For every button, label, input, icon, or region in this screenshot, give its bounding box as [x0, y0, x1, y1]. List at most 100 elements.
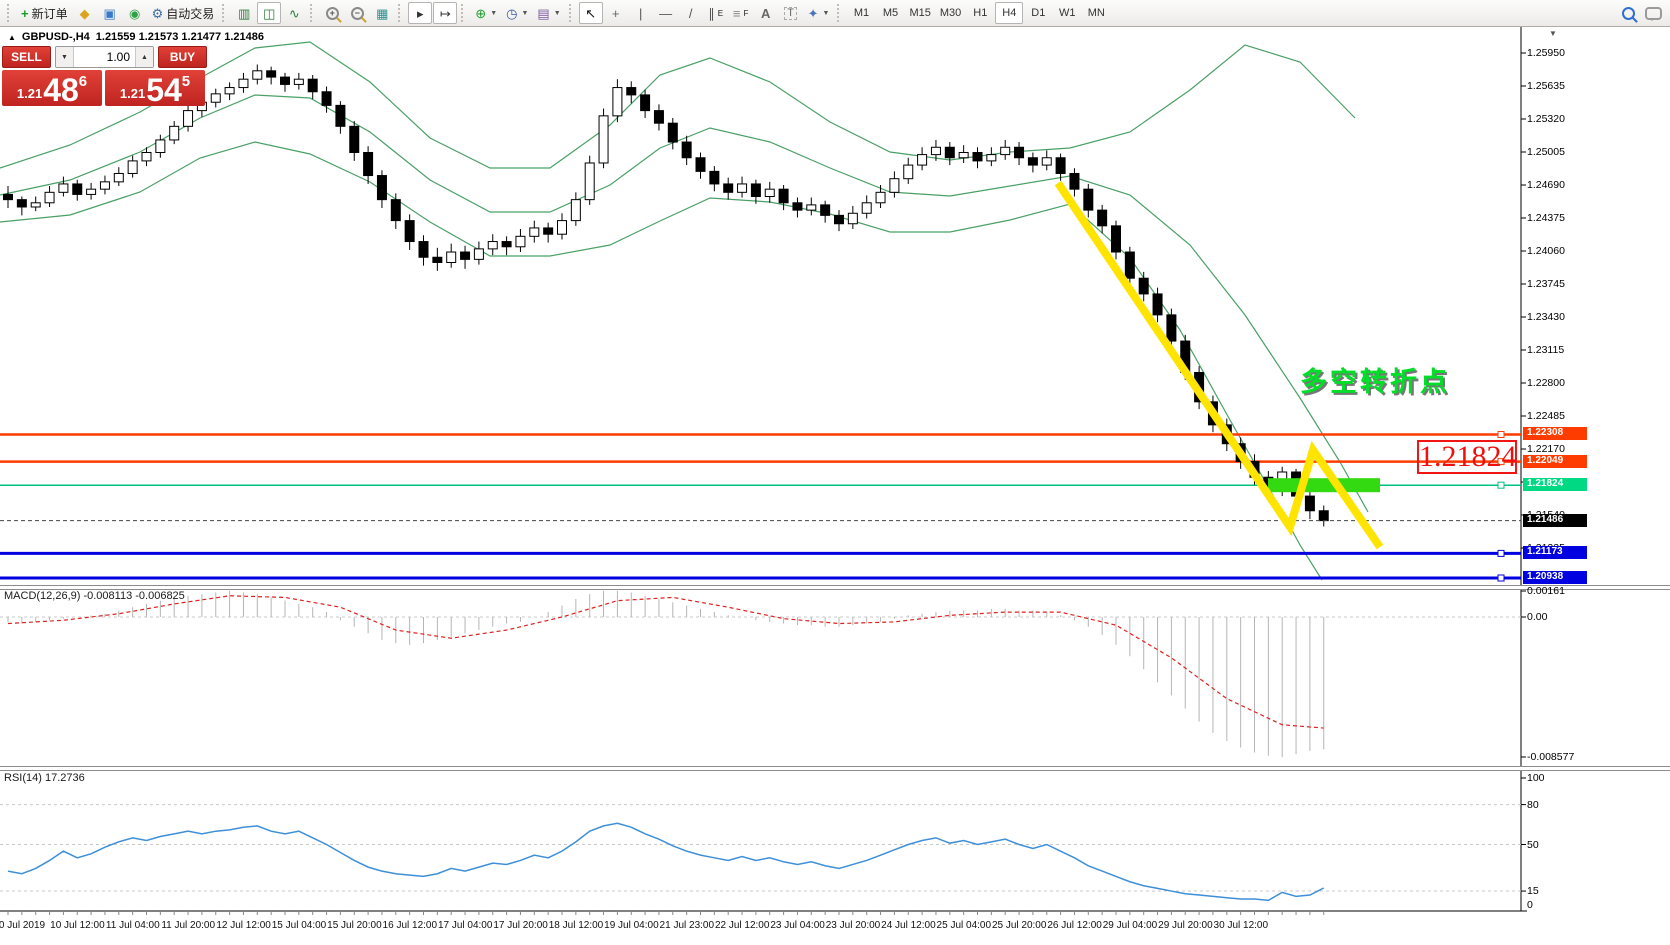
candle-body: [1167, 315, 1176, 341]
vertical-line-icon: |: [639, 7, 642, 20]
candle-body: [696, 158, 705, 172]
charts-button[interactable]: ▣: [98, 2, 122, 24]
timeframe-d1-button[interactable]: D1: [1024, 2, 1052, 24]
fibonacci-icon: ≡: [733, 7, 741, 20]
crosshair-button[interactable]: +: [604, 2, 628, 24]
level-line-handle[interactable]: [1498, 575, 1504, 581]
candle-body: [294, 79, 303, 84]
ohlc-values: 1.21559 1.21573 1.21477 1.21486: [96, 31, 264, 43]
macd-header: MACD(12,26,9) -0.008113 -0.006825: [4, 590, 185, 602]
line-chart-button[interactable]: ∿: [282, 2, 306, 24]
horizontal-line-button[interactable]: —: [654, 2, 678, 24]
candle-body: [918, 155, 927, 165]
candle-body: [45, 192, 54, 202]
candle-body: [1015, 147, 1024, 157]
sell-price-prefix: 1.21: [17, 86, 42, 101]
candle-body: [336, 105, 345, 126]
candle-body: [461, 252, 470, 259]
candle-body: [571, 200, 580, 221]
chart-shift-button[interactable]: ↦: [433, 2, 457, 24]
timeframe-m1-button[interactable]: M1: [847, 2, 875, 24]
chat-button[interactable]: [1641, 2, 1666, 24]
candlestick-chart-button[interactable]: ◫: [257, 2, 281, 24]
turning-point-annotation[interactable]: 多空转折点: [1300, 360, 1450, 399]
market-watch-button[interactable]: ◆: [73, 2, 97, 24]
candle-body: [1112, 226, 1121, 252]
candle-body: [876, 192, 885, 202]
highlight-rect[interactable]: [1268, 478, 1380, 492]
channel-icon: ∥: [708, 7, 715, 20]
candle-body: [308, 79, 317, 92]
toolbar-grip: [398, 4, 403, 22]
zoom-out-button[interactable]: −: [345, 2, 369, 24]
toolbar-grip: [310, 4, 315, 22]
toolbar: + 新订单 ◆ ▣ ◉ ⚙ 自动交易 ▥ ◫ ∿ + − ▦ ▸ ↦ ⊕▼ ◷▼…: [0, 0, 1670, 27]
candle-body: [1139, 278, 1148, 294]
equidistant-channel-button[interactable]: ∥E: [704, 2, 728, 24]
level-line-handle[interactable]: [1498, 550, 1504, 556]
timeframe-w1-button[interactable]: W1: [1053, 2, 1081, 24]
volume-field[interactable]: 1.00: [74, 47, 135, 67]
candle-body: [1028, 158, 1037, 165]
pane-separator[interactable]: [0, 585, 1670, 590]
candle-body: [599, 116, 608, 163]
trendline-button[interactable]: /: [679, 2, 703, 24]
timeframe-mn-button[interactable]: MN: [1082, 2, 1110, 24]
toolbar-grip: [569, 4, 574, 22]
buy-button[interactable]: BUY: [158, 46, 207, 68]
bar-chart-button[interactable]: ▥: [232, 2, 256, 24]
auto-trading-button[interactable]: ⚙ 自动交易: [148, 2, 219, 24]
vertical-line-button[interactable]: |: [629, 2, 653, 24]
auto-scroll-button[interactable]: ▸: [408, 2, 432, 24]
candle-body: [1056, 158, 1065, 174]
macd-signal-line: [8, 596, 1324, 728]
buy-price-button[interactable]: 1.21 54 5: [105, 70, 205, 106]
cursor-button[interactable]: ↖: [579, 2, 603, 24]
search-icon: [1622, 7, 1635, 20]
candle-body: [433, 257, 442, 262]
bollinger-lower-line: [0, 142, 1322, 580]
collapse-panel-icon[interactable]: ▲: [8, 33, 16, 42]
candle-body: [267, 71, 276, 77]
signals-button[interactable]: ◉: [123, 2, 147, 24]
candle-body: [751, 184, 760, 197]
timeframe-h1-button[interactable]: H1: [966, 2, 994, 24]
crosshair-icon: +: [612, 7, 620, 20]
text-icon: A: [761, 7, 770, 20]
level-line-handle[interactable]: [1498, 482, 1504, 488]
text-button[interactable]: A: [754, 2, 778, 24]
templates-button[interactable]: ▤▼: [533, 2, 564, 24]
toolbar-grip: [837, 4, 842, 22]
chevron-down-icon: ▼: [521, 10, 528, 17]
fibonacci-button[interactable]: ≡F: [729, 2, 753, 24]
candle-body: [1098, 210, 1107, 226]
volume-increase-button[interactable]: ▲: [135, 47, 153, 67]
new-order-icon: +: [21, 7, 29, 20]
pane-separator[interactable]: [0, 766, 1670, 771]
sell-button[interactable]: SELL: [2, 46, 51, 68]
periods-button[interactable]: ◷▼: [502, 2, 532, 24]
candle-body: [516, 236, 525, 246]
search-button[interactable]: [1616, 2, 1640, 24]
timeframe-m30-button[interactable]: M30: [936, 2, 965, 24]
indicators-button[interactable]: ⊕▼: [471, 2, 501, 24]
arrows-button[interactable]: ✦▼: [804, 2, 834, 24]
candle-body: [793, 203, 802, 210]
level-line-handle[interactable]: [1498, 431, 1504, 437]
price-callout-box[interactable]: 1.21824: [1417, 440, 1517, 474]
chevron-down-icon: ▼: [554, 10, 561, 17]
new-order-button[interactable]: + 新订单: [17, 2, 72, 24]
zoom-in-button[interactable]: +: [320, 2, 344, 24]
timeframe-m15-button[interactable]: M15: [905, 2, 934, 24]
tile-windows-button[interactable]: ▦: [370, 2, 394, 24]
candle-body: [87, 189, 96, 194]
volume-decrease-button[interactable]: ▼: [56, 47, 74, 67]
text-label-button[interactable]: T: [779, 2, 803, 24]
timeframe-h4-button[interactable]: H4: [995, 2, 1023, 24]
chat-icon: [1645, 7, 1662, 20]
timeframe-m5-button[interactable]: M5: [876, 2, 904, 24]
line-chart-icon: ∿: [289, 7, 300, 20]
sell-price-button[interactable]: 1.21 48 6: [2, 70, 102, 106]
zoom-in-icon: +: [326, 7, 339, 20]
candle-body: [184, 111, 193, 127]
